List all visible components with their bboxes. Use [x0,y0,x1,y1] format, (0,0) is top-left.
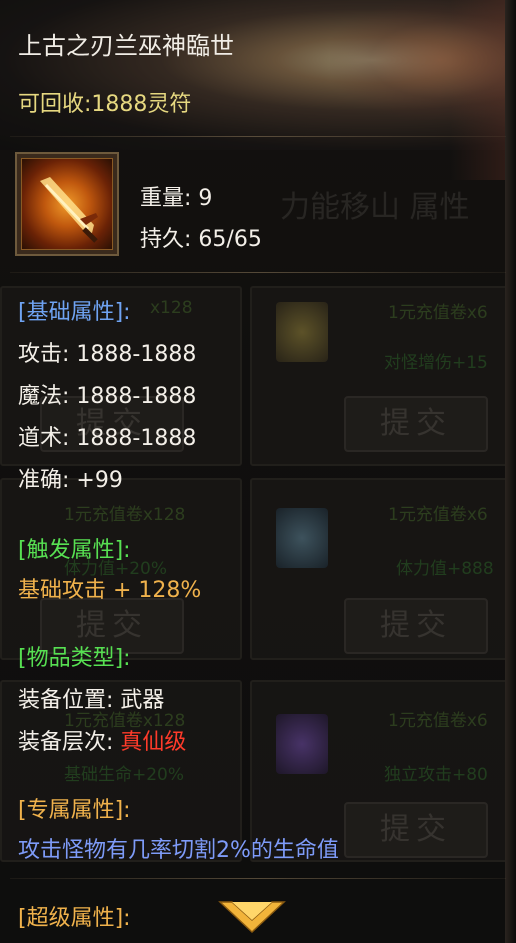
basic-attributes-header: [基础属性]: [18,300,131,325]
item-tooltip-panel: 力能移山 属性 x128 1元充值卷x6 对怪增伤+15 提交 提交 1元充值卷… [0,0,516,943]
equip-position-row: 装备位置: 武器 [18,688,165,713]
weight-label: 重量: 9 [140,186,213,211]
accuracy-row: 准确: +99 [18,468,123,493]
divider [10,272,506,273]
tooltip-right-border [505,0,516,943]
equip-level-row: 装备层次: 真仙级 [18,730,187,755]
super-attributes-header: [超级属性]: [18,906,131,931]
exclusive-attribute-text: 攻击怪物有几率切割2%的生命值 [18,838,339,863]
magic-row: 魔法: 1888-1888 [18,384,197,409]
durability-label: 持久: 65/65 [140,227,262,252]
chevron-down-icon[interactable] [216,898,288,936]
durability-value: 65/65 [198,227,262,252]
divider [10,136,506,137]
recycle-value: 可回收:1888灵符 [18,92,192,117]
divider [10,878,506,879]
item-name: 上古之刃兰巫神臨世 [18,32,234,60]
trigger-attributes-header: [触发属性]: [18,538,131,563]
flaming-blade-icon [21,158,113,250]
exclusive-attributes-header: [专属属性]: [18,798,131,823]
attack-row: 攻击: 1888-1888 [18,342,197,367]
weight-value: 9 [198,186,213,211]
item-slot[interactable] [15,152,119,256]
item-type-header: [物品类型]: [18,646,131,671]
trigger-attribute-value: 基础攻击 + 128% [18,578,202,603]
taoism-row: 道术: 1888-1888 [18,426,197,451]
equip-level-value: 真仙级 [120,730,187,755]
